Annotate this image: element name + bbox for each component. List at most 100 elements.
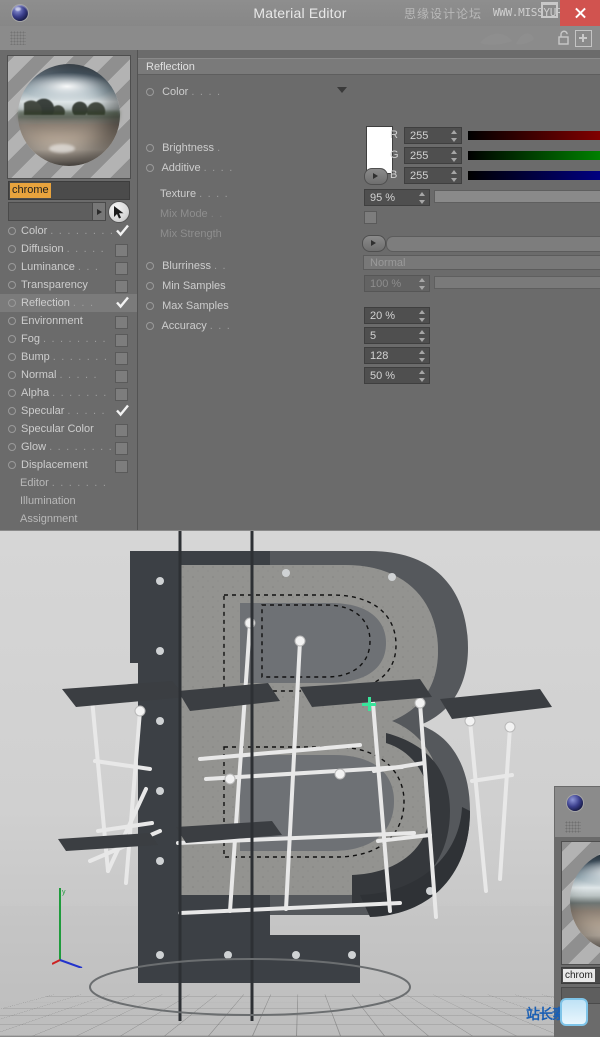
channel-bullet-icon[interactable]: [8, 281, 16, 289]
channel-label: Environment: [21, 312, 83, 330]
shader-select[interactable]: [8, 202, 106, 221]
preview-horizon-reflection: [18, 111, 120, 121]
max-samples-bullet-icon[interactable]: [146, 302, 154, 310]
mini-drag-grip-handle[interactable]: [565, 821, 581, 833]
channel-bullet-icon[interactable]: [8, 263, 16, 271]
color-label: Color . . . .: [146, 82, 221, 102]
channel-item-luminance[interactable]: Luminance. . .: [0, 258, 137, 276]
channel-checkbox[interactable]: [115, 316, 128, 329]
channel-bullet-icon[interactable]: [8, 335, 16, 343]
channel-bullet-icon[interactable]: [8, 443, 16, 451]
channel-checkbox[interactable]: [115, 388, 128, 401]
channel-bullet-icon[interactable]: [8, 299, 16, 307]
channel-item-environment[interactable]: Environment: [0, 312, 137, 330]
channel-dots: . . . . . . .: [53, 348, 108, 366]
min-samples-bullet-icon[interactable]: [146, 282, 154, 290]
pick-cursor-icon[interactable]: [108, 201, 130, 223]
mini-material-preview[interactable]: [561, 841, 600, 965]
accuracy-bullet-icon[interactable]: [146, 322, 154, 330]
channel-bullet-icon[interactable]: [8, 227, 16, 235]
channel-item-normal[interactable]: Normal. . . . .: [0, 366, 137, 384]
channel-bullet-icon[interactable]: [8, 371, 16, 379]
channel-bullet-icon[interactable]: [8, 389, 16, 397]
bottom-watermark-badge-icon: [560, 998, 588, 1026]
channel-label: Alpha: [21, 384, 49, 402]
channel-checkbox[interactable]: [115, 334, 128, 347]
close-button[interactable]: [560, 0, 600, 26]
channel-item-diffusion[interactable]: Diffusion. . . . .: [0, 240, 137, 258]
material-name-field[interactable]: chrome: [8, 181, 130, 200]
add-icon[interactable]: [575, 30, 592, 47]
channel-label: Specular Color: [21, 420, 94, 438]
unlock-icon[interactable]: [558, 30, 570, 45]
channel-item-bump[interactable]: Bump. . . . . . .: [0, 348, 137, 366]
material-sidebar: chrome Color. . . . . . . .Diffusion. . …: [0, 50, 138, 530]
mini-material-name-value: chrom: [563, 969, 595, 982]
channel-item-color[interactable]: Color. . . . . . . .: [0, 222, 137, 240]
channel-item-transparency[interactable]: Transparency: [0, 276, 137, 294]
mini-material-name-field[interactable]: chrom: [561, 967, 600, 984]
accuracy-label: Accuracy . . .: [146, 316, 231, 336]
max-samples-spinner[interactable]: [419, 350, 426, 362]
channel-checkbox[interactable]: [115, 460, 128, 473]
channel-item-alpha[interactable]: Alpha. . . . . . .: [0, 384, 137, 402]
channel-item-editor[interactable]: Editor. . . . . . .: [0, 474, 137, 492]
channel-item-fog[interactable]: Fog. . . . . . . .: [0, 330, 137, 348]
min-samples-row: Min Samples: [138, 276, 600, 296]
mini-chrome-sphere-preview: [570, 850, 600, 952]
channel-item-specular-color[interactable]: Specular Color: [0, 420, 137, 438]
channel-item-specular[interactable]: Specular. . . . .: [0, 402, 137, 420]
additive-label: Additive . . . .: [146, 158, 233, 178]
chrome-sphere-preview: [18, 64, 120, 166]
color-bullet-icon[interactable]: [146, 88, 154, 96]
restore-button[interactable]: [541, 2, 558, 18]
color-expand-caret-icon[interactable]: [337, 87, 347, 93]
channel-checkbox[interactable]: [115, 424, 128, 437]
checkmark-icon[interactable]: [116, 296, 129, 309]
blurriness-row: Blurriness . .: [138, 256, 600, 276]
channel-item-displacement[interactable]: Displacement: [0, 456, 137, 474]
channel-dots: . . . . . . . .: [50, 222, 114, 240]
preview-specular-glint: [49, 144, 76, 153]
color-row: Color . . . .: [138, 82, 600, 102]
accuracy-spinner[interactable]: [419, 370, 426, 382]
channel-item-glow[interactable]: Glow. . . . . . . .: [0, 438, 137, 456]
channel-checkbox[interactable]: [115, 262, 128, 275]
checkmark-icon[interactable]: [116, 404, 129, 417]
checkmark-icon[interactable]: [116, 224, 129, 237]
channel-bullet-icon[interactable]: [8, 245, 16, 253]
chevron-right-icon[interactable]: [92, 203, 105, 220]
max-samples-input[interactable]: 128: [364, 347, 430, 364]
mix-mode-label: Mix Mode . .: [160, 204, 224, 224]
material-preview[interactable]: [7, 55, 131, 179]
tool-strip: [0, 26, 600, 51]
channel-item-assignment[interactable]: Assignment: [0, 510, 137, 528]
additive-bullet-icon[interactable]: [146, 164, 154, 172]
channel-bullet-icon[interactable]: [8, 407, 16, 415]
channel-label: Bump: [21, 348, 50, 366]
brightness-bullet-icon[interactable]: [146, 144, 154, 152]
channel-checkbox[interactable]: [115, 280, 128, 293]
drag-grip-handle[interactable]: [10, 31, 26, 45]
selection-handle-green-cross[interactable]: [362, 697, 376, 711]
channel-label: Glow: [21, 438, 46, 456]
channel-bullet-icon[interactable]: [8, 317, 16, 325]
channel-checkbox[interactable]: [115, 442, 128, 455]
accuracy-input[interactable]: 50 %: [364, 367, 430, 384]
channel-item-reflection[interactable]: Reflection. . .: [0, 294, 137, 312]
3d-viewport[interactable]: y: [0, 531, 600, 1036]
blurriness-bullet-icon[interactable]: [146, 262, 154, 270]
channel-item-illumination[interactable]: Illumination: [0, 492, 137, 510]
channel-bullet-icon[interactable]: [8, 461, 16, 469]
channel-bullet-icon[interactable]: [8, 425, 16, 433]
channel-checkbox[interactable]: [115, 370, 128, 383]
accuracy-row: Accuracy . . .: [138, 316, 600, 336]
channel-checkbox[interactable]: [115, 244, 128, 257]
reflection-panel: Reflection Color . . . . R 255 G 255 B 2…: [138, 50, 600, 530]
channel-checkbox[interactable]: [115, 352, 128, 365]
channel-bullet-icon[interactable]: [8, 353, 16, 361]
channel-label: Normal: [21, 366, 56, 384]
texture-row: Texture . . . .: [138, 184, 600, 204]
channel-dots: . . . . .: [67, 240, 105, 258]
mix-mode-row: Mix Mode . .: [138, 204, 600, 224]
